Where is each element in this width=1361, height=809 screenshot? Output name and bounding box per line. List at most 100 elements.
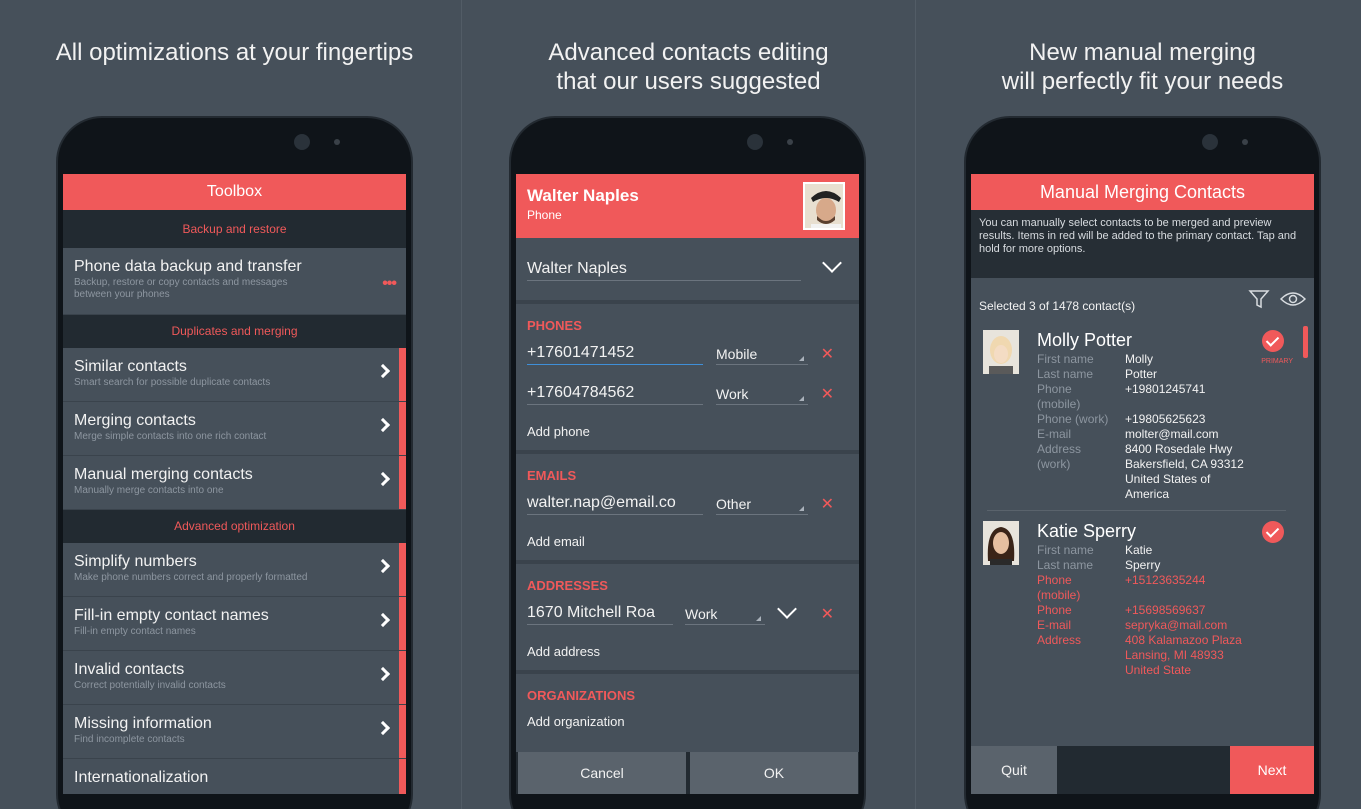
emails-section: EMAILS walter.nap@email.co Other ✕ Add e…	[516, 454, 859, 564]
phone-type-select[interactable]: Mobile	[716, 344, 808, 365]
menu-item-fill-names[interactable]: Fill-in empty contact names Fill-in empt…	[63, 597, 406, 651]
chevron-right-icon	[375, 558, 391, 574]
field-label: Address (work)	[1037, 442, 1082, 471]
eye-icon[interactable]	[1280, 290, 1306, 308]
item-subtitle: Backup, restore or copy contacts and mes…	[74, 277, 288, 288]
add-organization-button[interactable]: Add organization	[527, 706, 848, 740]
avatar	[983, 521, 1019, 565]
panel3-caption: New manual merging will perfectly fit yo…	[916, 38, 1361, 96]
field-row: Address 408 Kalamazoo Plaza Lansing, MI 4…	[1037, 633, 1306, 678]
avatar[interactable]	[803, 182, 845, 230]
chevron-down-icon[interactable]	[822, 253, 842, 273]
menu-item-merging[interactable]: Merging contacts Merge simple contacts i…	[63, 402, 406, 456]
name-row: Walter Naples	[516, 238, 859, 304]
checkbox-checked-icon[interactable]	[1262, 521, 1284, 543]
accent-bar	[399, 597, 406, 650]
item-subtitle: Find incomplete contacts	[74, 734, 185, 745]
filter-icon[interactable]	[1248, 288, 1270, 310]
section-duplicates: Duplicates and merging	[63, 315, 406, 348]
field-label: Address	[1037, 633, 1082, 647]
phone-input[interactable]: +17604784562	[527, 382, 703, 405]
item-title: Manual merging contacts	[74, 466, 253, 483]
avatar-image	[983, 521, 1019, 565]
phone-type-select[interactable]: Work	[716, 384, 808, 405]
email-input[interactable]: walter.nap@email.co	[527, 492, 703, 515]
name-field[interactable]: Walter Naples	[527, 258, 801, 281]
menu-item-internationalization[interactable]: Internationalization	[63, 759, 406, 794]
phone-row: +17601471452 Mobile ✕	[527, 336, 848, 376]
section-advanced: Advanced optimization	[63, 510, 406, 543]
caption-text: All optimizations at your fingertips	[55, 39, 414, 66]
menu-item-missing[interactable]: Missing information Find incomplete cont…	[63, 705, 406, 759]
field-value: Molly	[1125, 352, 1154, 366]
menu-item-simplify[interactable]: Simplify numbers Make phone numbers corr…	[63, 543, 406, 597]
remove-icon[interactable]: ✕	[821, 494, 834, 514]
manual-merging-screen: Manual Merging Contacts You can manually…	[971, 174, 1314, 794]
menu-item-similar[interactable]: Similar contacts Smart search for possib…	[63, 348, 406, 402]
caption-text: New manual merging	[1029, 39, 1256, 66]
field-label: First name	[1037, 543, 1094, 557]
item-title: Merging contacts	[74, 412, 196, 429]
field-value: +19801245741	[1125, 382, 1206, 396]
sensor-icon	[334, 139, 340, 145]
menu-item-backup[interactable]: Phone data backup and transfer Backup, r…	[63, 248, 406, 315]
add-address-button[interactable]: Add address	[527, 636, 848, 670]
organizations-label: ORGANIZATIONS	[527, 688, 636, 703]
email-type-select[interactable]: Other	[716, 494, 808, 515]
checkbox-checked-icon[interactable]	[1262, 330, 1284, 352]
phone-frame: Manual Merging Contacts You can manually…	[966, 118, 1319, 809]
camera-icon	[294, 134, 310, 150]
address-input[interactable]: 1670 Mitchell Roa	[527, 602, 673, 625]
field-value: molter@mail.com	[1125, 427, 1219, 441]
email-row: walter.nap@email.co Other ✕	[527, 486, 848, 526]
remove-icon[interactable]: ✕	[821, 384, 834, 404]
merging-description: You can manually select contacts to be m…	[971, 210, 1314, 278]
item-title: Simplify numbers	[74, 553, 197, 570]
item-subtitle: between your phones	[74, 289, 170, 300]
item-subtitle: Merge simple contacts into one rich cont…	[74, 431, 267, 442]
quit-button[interactable]: Quit	[971, 746, 1057, 794]
scroll-indicator[interactable]	[1303, 326, 1308, 358]
item-title: Internationalization	[74, 769, 209, 786]
sensor-icon	[787, 139, 793, 145]
item-title: Similar contacts	[74, 358, 187, 375]
field-label: E-mail	[1037, 427, 1072, 441]
field-row: Phone (work) +19805625623	[1037, 412, 1306, 427]
selection-bar: Selected 3 of 1478 contact(s)	[971, 278, 1314, 322]
organizations-section: ORGANIZATIONS Add organization	[516, 674, 859, 740]
emails-label: EMAILS	[527, 468, 577, 483]
contact-card[interactable]: PRIMARY Molly Potter First name Molly Las…	[971, 322, 1314, 511]
menu-item-invalid[interactable]: Invalid contacts Correct potentially inv…	[63, 651, 406, 705]
cancel-button[interactable]: Cancel	[518, 752, 686, 794]
chevron-down-icon[interactable]	[777, 599, 797, 619]
item-title: Invalid contacts	[74, 661, 185, 678]
field-label: First name	[1037, 352, 1094, 366]
panel-divider	[915, 0, 916, 809]
more-dots-icon[interactable]: •••	[382, 275, 397, 293]
remove-icon[interactable]: ✕	[821, 344, 834, 364]
field-row: Last name Sperry	[1037, 558, 1306, 573]
accent-bar	[399, 348, 406, 401]
dialog-footer: Cancel OK	[516, 752, 859, 794]
field-value: +19805625623	[1125, 412, 1206, 426]
item-title: Fill-in empty contact names	[74, 607, 269, 624]
field-label: Phone	[1037, 603, 1072, 617]
phone-input[interactable]: +17601471452	[527, 342, 703, 365]
addresses-section: ADDRESSES 1670 Mitchell Roa Work ✕ Add a…	[516, 564, 859, 674]
field-value: +15698569637	[1125, 603, 1206, 617]
menu-item-manual-merging[interactable]: Manual merging contacts Manually merge c…	[63, 456, 406, 510]
contact-card[interactable]: Katie Sperry First name Katie Last name Sp…	[971, 517, 1314, 678]
panel2-caption: Advanced contacts editing that our users…	[462, 38, 915, 96]
next-button[interactable]: Next	[1230, 746, 1314, 794]
remove-icon[interactable]: ✕	[821, 604, 834, 624]
accent-bar	[399, 759, 406, 794]
toolbox-header: Toolbox	[63, 174, 406, 210]
ok-button[interactable]: OK	[690, 752, 858, 794]
add-phone-button[interactable]: Add phone	[527, 416, 848, 450]
addresses-label: ADDRESSES	[527, 578, 608, 593]
contact-account: Phone	[527, 208, 562, 222]
add-email-button[interactable]: Add email	[527, 526, 848, 560]
chevron-right-icon	[375, 612, 391, 628]
chevron-right-icon	[375, 471, 391, 487]
address-type-select[interactable]: Work	[685, 604, 765, 625]
